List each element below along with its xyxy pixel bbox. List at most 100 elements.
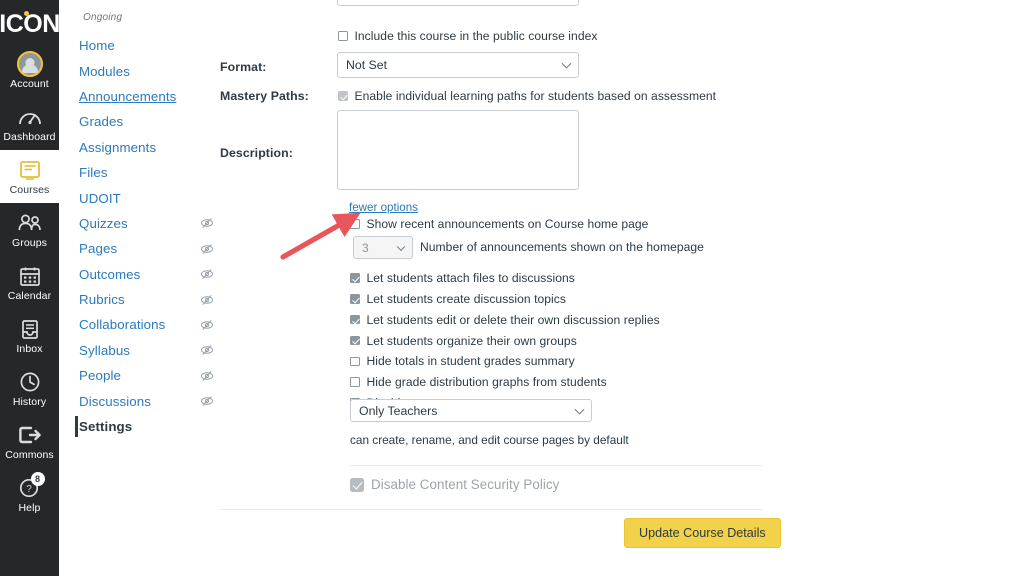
let-students-edit-replies-checkbox[interactable] (350, 314, 360, 325)
help-question-icon: ? 8 (16, 472, 45, 501)
course-nav-item-modules[interactable]: Modules (59, 58, 224, 83)
course-nav-item-announcements[interactable]: Announcements (59, 84, 224, 109)
disable-csp-label: Disable Content Security Policy (371, 477, 560, 492)
format-select[interactable]: Not Set (337, 52, 579, 78)
mastery-paths-checkbox-label: Enable individual learning paths for stu… (354, 89, 717, 103)
course-navigation: Ongoing Home Modules Announcements Grade… (59, 0, 225, 576)
csp-row: Disable Content Security Policy (350, 477, 559, 492)
eye-slash-icon (200, 343, 214, 357)
course-nav-item-outcomes[interactable]: Outcomes (59, 262, 224, 287)
course-nav-label-settings: Settings (79, 419, 133, 435)
course-nav-item-files[interactable]: Files (59, 160, 224, 185)
eye-slash-icon (200, 394, 214, 408)
hide-totals-checkbox[interactable] (350, 356, 360, 367)
global-nav-item-commons[interactable]: Commons (0, 415, 59, 468)
global-nav-label-help: Help (18, 502, 41, 514)
course-nav-label-outcomes: Outcomes (79, 266, 141, 282)
let-students-organize-groups-label: Let students organize their own groups (366, 333, 577, 348)
canvas-app: ICON Account Dashboard Courses Groups Ca… (0, 0, 1024, 576)
section-divider-bottom (220, 509, 762, 510)
let-students-create-topics-label: Let students create discussion topics (366, 291, 566, 306)
description-label: Description: (220, 146, 293, 160)
course-nav-item-pages[interactable]: Pages (59, 236, 224, 261)
course-settings-form: Include this course in the public course… (220, 0, 1024, 576)
course-nav-item-collaborations[interactable]: Collaborations (59, 312, 224, 337)
course-nav-item-people[interactable]: People (59, 363, 224, 388)
history-clock-icon (16, 369, 44, 395)
update-course-details-button[interactable]: Update Course Details (624, 518, 781, 548)
show-recent-announcements-label: Show recent announcements on Course home… (366, 217, 649, 231)
course-nav-label-files: Files (79, 165, 108, 181)
announcements-count-label: Number of announcements shown on the hom… (420, 240, 704, 254)
global-nav-item-calendar[interactable]: Calendar (0, 256, 59, 309)
hide-totals-label: Hide totals in student grades summary (366, 354, 575, 369)
global-nav-label-calendar: Calendar (7, 290, 52, 302)
option-row-organize-groups: Let students organize their own groups (350, 331, 660, 349)
disable-csp-checkbox (350, 477, 364, 492)
public-course-index-label: Include this course in the public course… (354, 29, 598, 43)
course-nav-item-discussions[interactable]: Discussions (59, 388, 224, 413)
course-nav-label-home: Home (79, 38, 115, 54)
format-select-value: Not Set (346, 58, 388, 72)
course-nav-label-syllabus: Syllabus (79, 342, 131, 358)
course-nav-label-collaborations: Collaborations (79, 317, 166, 333)
let-students-create-topics-checkbox[interactable] (350, 294, 360, 304)
global-nav-item-help[interactable]: ? 8 Help (0, 468, 59, 521)
course-nav-item-grades[interactable]: Grades (59, 109, 224, 134)
course-name-input[interactable] (337, 0, 579, 6)
course-nav-item-home[interactable]: Home (59, 33, 224, 58)
chevron-down-icon (561, 58, 572, 69)
groups-people-icon (16, 210, 44, 236)
global-nav-item-inbox[interactable]: Inbox (0, 309, 59, 362)
option-row-edit-replies: Let students edit or delete their own di… (350, 311, 660, 329)
course-nav-item-quizzes[interactable]: Quizzes (59, 211, 224, 236)
show-recent-announcements-checkbox[interactable] (350, 219, 360, 229)
course-nav-label-udoit: UDOIT (79, 190, 121, 206)
eye-slash-icon (200, 267, 214, 281)
let-students-attach-files-label: Let students attach files to discussions (366, 271, 575, 286)
show-recent-announcements-row: Show recent announcements on Course home… (350, 217, 648, 231)
icon-logo[interactable]: ICON (0, 0, 60, 44)
let-students-attach-files-checkbox[interactable] (350, 273, 360, 283)
description-textarea[interactable] (337, 110, 579, 190)
eye-slash-icon (200, 216, 214, 230)
global-nav-item-groups[interactable]: Groups (0, 203, 59, 256)
courses-book-icon (16, 157, 44, 183)
course-nav-label-announcements: Announcements (79, 88, 177, 104)
global-nav-item-courses[interactable]: Courses (0, 150, 59, 203)
global-nav-item-dashboard[interactable]: Dashboard (0, 97, 59, 150)
public-course-index-row: Include this course in the public course… (338, 29, 597, 43)
option-checkbox-list: Let students attach files to discussions… (350, 269, 660, 415)
course-nav-item-assignments[interactable]: Assignments (59, 135, 224, 160)
announcements-count-select[interactable]: 3 (353, 236, 413, 259)
global-nav-item-account[interactable]: Account (0, 44, 59, 97)
mastery-paths-row: Enable individual learning paths for stu… (338, 89, 716, 103)
global-nav-label-history: History (12, 396, 47, 408)
course-nav-item-rubrics[interactable]: Rubrics (59, 287, 224, 312)
course-nav-label-modules: Modules (79, 63, 130, 79)
global-nav-label-account: Account (10, 78, 49, 90)
global-nav-label-groups: Groups (11, 237, 48, 249)
section-divider-top (350, 465, 762, 466)
course-nav-item-udoit[interactable]: UDOIT (59, 185, 224, 210)
wiki-permissions-select[interactable]: Only Teachers (350, 399, 592, 422)
option-row-attach-files: Let students attach files to discussions (350, 269, 660, 287)
course-nav-item-syllabus[interactable]: Syllabus (59, 338, 224, 363)
course-nav-item-settings[interactable]: Settings (59, 414, 224, 439)
global-nav-label-commons: Commons (5, 449, 54, 461)
public-course-index-checkbox[interactable] (338, 31, 348, 41)
hide-grade-distribution-checkbox[interactable] (350, 377, 360, 387)
let-students-edit-replies-label: Let students edit or delete their own di… (366, 312, 660, 327)
option-row-create-topics: Let students create discussion topics (350, 290, 660, 308)
wiki-permissions-helper: can create, rename, and edit course page… (350, 433, 629, 447)
option-row-hide-totals: Hide totals in student grades summary (350, 352, 660, 370)
global-nav-item-history[interactable]: History (0, 362, 59, 415)
chevron-down-icon (574, 404, 585, 415)
hide-grade-distribution-label: Hide grade distribution graphs from stud… (366, 375, 607, 390)
eye-slash-icon (200, 318, 214, 332)
eye-slash-icon (200, 293, 214, 307)
announcements-count-value: 3 (362, 240, 369, 255)
let-students-organize-groups-checkbox[interactable] (350, 335, 360, 346)
logo-dot-icon (23, 10, 29, 16)
fewer-options-link[interactable]: fewer options (349, 201, 418, 214)
